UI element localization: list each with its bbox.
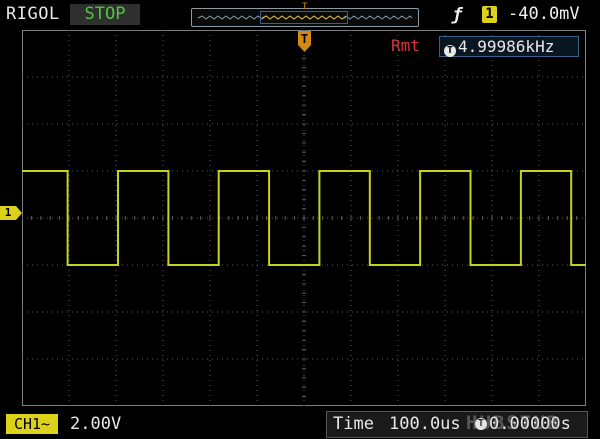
- timebase-overview-bar[interactable]: T: [191, 3, 419, 27]
- brand-logo: RIGOL: [6, 4, 60, 24]
- trigger-position-marker: T: [302, 2, 308, 12]
- timebase-value: 100.0us: [389, 414, 461, 434]
- vertical-scale: 2.00V: [70, 414, 122, 434]
- remote-indicator: Rmt: [391, 36, 420, 55]
- frequency-value: 4.99986kHz: [458, 37, 555, 56]
- trigger-position-marker-icon[interactable]: T: [297, 30, 312, 53]
- trigger-level: -40.0mV: [508, 4, 580, 24]
- time-label: Time: [333, 414, 374, 434]
- watermark-logo: HUBSTUB: [466, 412, 561, 434]
- top-status-bar: RIGOL STOP T ƒ 1 -40.0mV: [0, 0, 600, 30]
- run-stop-status[interactable]: STOP: [70, 4, 140, 25]
- channel-label[interactable]: CH1~: [6, 414, 58, 434]
- ac-coupling-icon: ~: [41, 415, 51, 433]
- trigger-source-badge[interactable]: 1: [482, 6, 497, 23]
- channel1-ground-marker[interactable]: 1: [0, 206, 22, 220]
- channel-name: CH1: [13, 415, 42, 433]
- waveform-display[interactable]: [22, 30, 586, 406]
- viewport-window: [260, 11, 348, 24]
- rising-edge-trigger-icon[interactable]: ƒ: [452, 5, 462, 25]
- trigger-marker-label: T: [301, 32, 308, 46]
- trigger-source-icon: T: [444, 45, 456, 57]
- frequency-counter: T 4.99986kHz: [439, 36, 579, 57]
- bottom-status-bar: CH1~ 2.00V Time 100.0us T 0.00000s HUBST…: [0, 408, 600, 439]
